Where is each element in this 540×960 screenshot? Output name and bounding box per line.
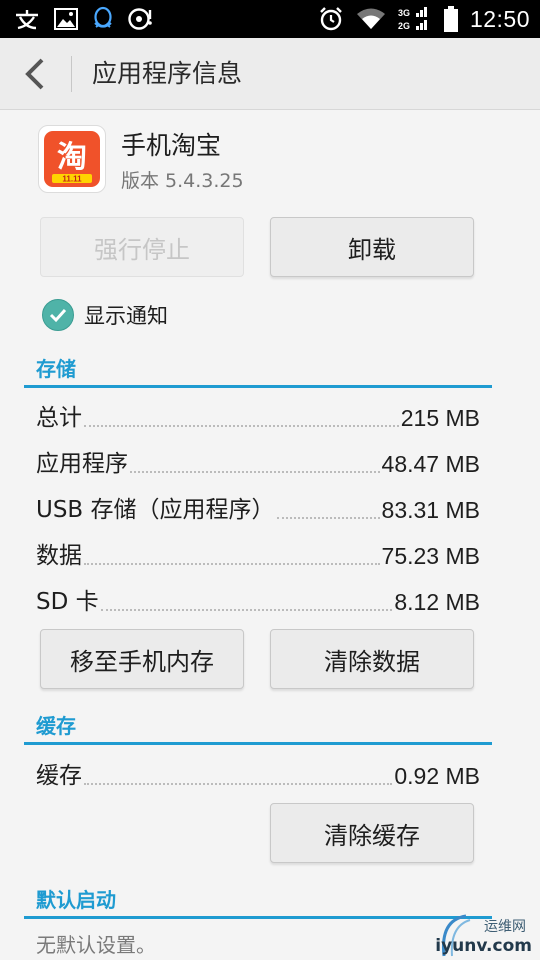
dotted-leader xyxy=(130,471,380,473)
uninstall-button[interactable]: 卸载 xyxy=(270,217,474,277)
row-value: 0.92 MB xyxy=(394,763,480,789)
watermark-text-bottom: iyunv.com xyxy=(435,936,532,956)
show-notifications-label: 显示通知 xyxy=(84,304,168,328)
clear-cache-button[interactable]: 清除缓存 xyxy=(270,803,474,863)
row-label: USB 存储（应用程序） xyxy=(36,497,275,523)
app-name: 手机淘宝 xyxy=(121,131,222,160)
force-stop-button[interactable]: 强行停止 xyxy=(40,217,244,277)
qq-icon xyxy=(92,6,114,32)
gallery-icon xyxy=(54,8,78,30)
signal-icon: 3G 2G xyxy=(398,6,432,32)
row-label: 数据 xyxy=(36,543,82,569)
chevron-left-icon xyxy=(25,58,44,89)
dotted-leader xyxy=(276,517,380,519)
watermark-logo: 运维网 iyunv.com xyxy=(435,912,540,960)
storage-row-total: 总计 215 MB xyxy=(36,397,480,433)
input-method-icon xyxy=(14,8,40,30)
section-divider xyxy=(24,916,492,919)
clear-data-button[interactable]: 清除数据 xyxy=(270,629,474,689)
page-title: 应用程序信息 xyxy=(92,59,243,88)
battery-icon xyxy=(443,6,458,32)
row-label: SD 卡 xyxy=(36,589,99,615)
dotted-leader xyxy=(84,783,393,785)
storage-row-app: 应用程序 48.47 MB xyxy=(36,443,480,479)
storage-section-title: 存储 xyxy=(36,357,76,381)
default-launch-status: 无默认设置。 xyxy=(36,933,156,957)
row-value: 75.23 MB xyxy=(381,543,480,569)
default-launch-section-title: 默认启动 xyxy=(36,888,116,912)
storage-row-sd: SD 卡 8.12 MB xyxy=(36,581,480,617)
wifi-icon xyxy=(356,7,386,31)
section-divider xyxy=(24,742,492,745)
storage-row-data: 数据 75.23 MB xyxy=(36,535,480,571)
clock: 12:50 xyxy=(469,5,530,32)
watermark-text-top: 运维网 xyxy=(484,919,526,935)
cache-row: 缓存 0.92 MB xyxy=(36,755,480,791)
section-divider xyxy=(24,385,492,388)
dotted-leader xyxy=(100,609,393,611)
row-value: 48.47 MB xyxy=(381,451,480,477)
alarm-icon xyxy=(318,6,344,32)
back-button[interactable] xyxy=(0,38,70,109)
show-notifications-toggle[interactable]: 显示通知 xyxy=(42,297,168,333)
action-bar: 应用程序信息 xyxy=(0,38,540,110)
row-label: 应用程序 xyxy=(36,451,128,477)
dotted-leader xyxy=(84,425,399,427)
storage-row-usb: USB 存储（应用程序） 83.31 MB xyxy=(36,489,480,525)
action-bar-divider xyxy=(71,56,72,92)
app-icon-glyph: 淘 xyxy=(57,140,87,175)
network-label-bottom: 2G xyxy=(398,21,410,31)
row-value: 83.31 MB xyxy=(381,497,480,523)
app-version: 版本 5.4.3.25 xyxy=(121,170,244,192)
app-icon-badge: 11.11 xyxy=(62,175,82,184)
status-bar: 3G 2G 12:50 xyxy=(0,0,540,38)
cache-section-title: 缓存 xyxy=(36,714,76,738)
app-icon: 淘 11.11 xyxy=(38,125,106,193)
row-label: 缓存 xyxy=(36,763,82,789)
row-value: 8.12 MB xyxy=(394,589,480,615)
music-notification-icon xyxy=(128,7,154,31)
checkbox-checked-icon[interactable] xyxy=(42,299,74,331)
row-value: 215 MB xyxy=(400,405,480,431)
dotted-leader xyxy=(84,563,380,565)
network-label-top: 3G xyxy=(398,8,410,18)
row-label: 总计 xyxy=(36,405,82,431)
move-to-phone-button[interactable]: 移至手机内存 xyxy=(40,629,244,689)
